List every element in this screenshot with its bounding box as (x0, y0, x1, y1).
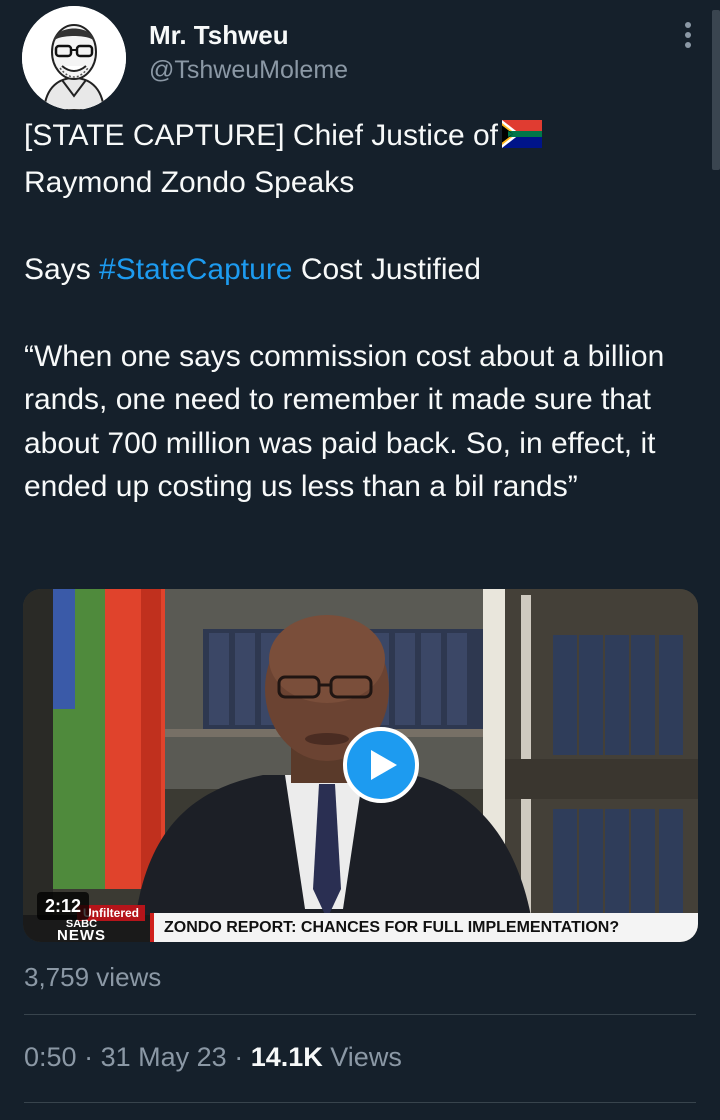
tweet-line-1: [STATE CAPTURE] Chief Justice of (24, 114, 704, 161)
more-options-icon[interactable] (682, 22, 694, 52)
tweet-header: Mr. Tshweu @TshweuMoleme (22, 6, 698, 110)
video-duration: 2:12 (37, 892, 90, 920)
tweet-text: [STATE CAPTURE] Chief Justice of Raymond… (24, 114, 704, 509)
tweet-says-line: Says #StateCapture Cost Justified (24, 248, 704, 292)
says-suffix: Cost Justified (292, 252, 481, 286)
user-handle[interactable]: @TshweuMoleme (149, 56, 348, 85)
tweet-quote: “When one says commission cost about a b… (24, 339, 665, 504)
news-lower-third: Unfiltered SABC NEWS ZONDO REPORT: CHANC… (23, 903, 698, 942)
tweet-line-2: Raymond Zondo Speaks (24, 165, 355, 199)
tweet-meta: 0:50 · 31 May 23 · 14.1K Views (24, 1042, 402, 1073)
sabc-news-logo: SABC NEWS (57, 919, 106, 943)
scrollbar[interactable] (712, 10, 720, 170)
play-button[interactable] (343, 727, 419, 803)
view-count: 14.1K (250, 1042, 323, 1072)
hashtag-link[interactable]: #StateCapture (99, 253, 292, 286)
video-player[interactable]: Unfiltered SABC NEWS ZONDO REPORT: CHANC… (23, 589, 698, 942)
separator-dot: · (84, 1042, 94, 1072)
avatar[interactable] (22, 6, 126, 110)
news-ticker: ZONDO REPORT: CHANCES FOR FULL IMPLEMENT… (150, 913, 698, 942)
play-icon (371, 750, 397, 780)
broadcaster-sub: NEWS (57, 927, 106, 942)
divider (24, 1102, 696, 1103)
ticker-text: ZONDO REPORT: CHANCES FOR FULL IMPLEMENT… (164, 919, 620, 936)
says-prefix: Says (24, 252, 100, 286)
south-africa-flag-icon (502, 117, 543, 161)
tweet-title-text: [STATE CAPTURE] Chief Justice of (24, 119, 499, 152)
views-label: Views (330, 1042, 402, 1072)
tweet-date[interactable]: 31 May 23 (101, 1042, 227, 1072)
tweet-time[interactable]: 0:50 (24, 1042, 77, 1072)
video-view-count: 3,759 views (24, 962, 162, 992)
display-name[interactable]: Mr. Tshweu (149, 20, 289, 51)
separator-dot: · (234, 1042, 244, 1072)
divider (24, 1014, 696, 1015)
